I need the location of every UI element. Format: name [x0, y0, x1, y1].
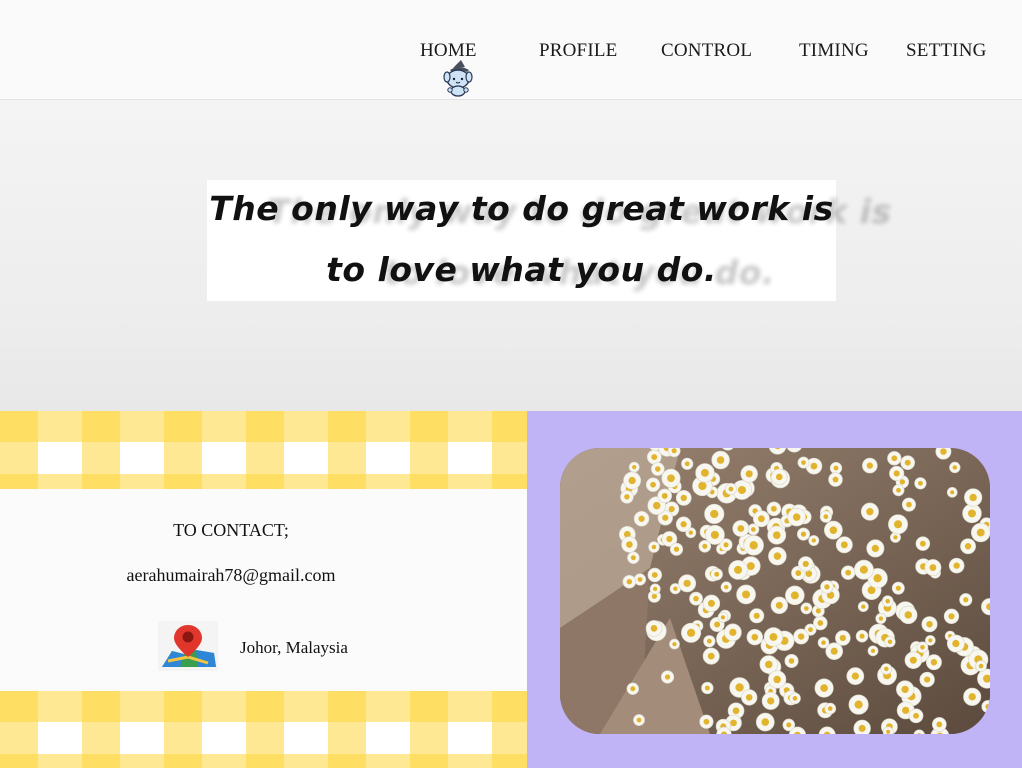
quote-line-1: The only way to do great work is	[209, 189, 834, 228]
top-nav-bar: HOME PROFILE CONTROL TIMING SETTING	[0, 0, 1022, 100]
gingham-border-top	[0, 411, 527, 489]
nav-control[interactable]: CONTROL	[661, 40, 752, 62]
photo-panel	[527, 411, 1022, 768]
chamomile-bouquet-photo	[560, 448, 990, 734]
hero-section: The only way to do great work is to love…	[0, 100, 1022, 411]
mascot-icon	[443, 60, 473, 97]
gingham-border-bottom	[0, 691, 527, 768]
quote-line-2: to love what you do.	[326, 250, 717, 289]
contact-panel: TO CONTACT; aerahumairah78@gmail.com Joh…	[0, 411, 527, 768]
nav-profile[interactable]: PROFILE	[539, 40, 617, 62]
contact-title: TO CONTACT;	[173, 520, 289, 540]
map-pin-icon	[158, 621, 218, 671]
quote-box: The only way to do great work is to love…	[207, 180, 836, 301]
nav-setting[interactable]: SETTING	[906, 40, 987, 62]
contact-email[interactable]: aerahumairah78@gmail.com	[0, 565, 462, 586]
nav-timing[interactable]: TIMING	[799, 40, 869, 62]
location-text: Johor, Malaysia	[240, 638, 348, 657]
